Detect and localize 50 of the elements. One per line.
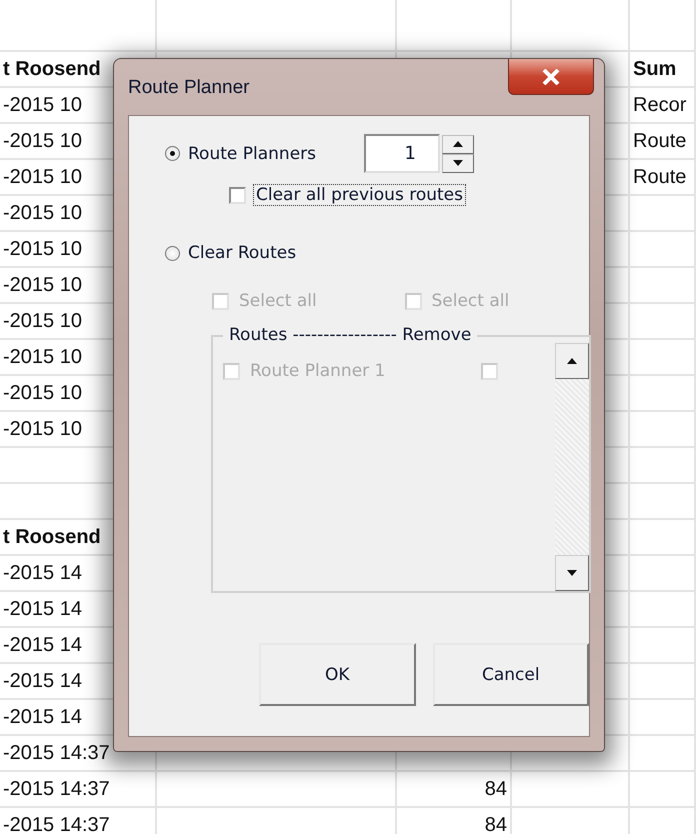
table-cell: -2015 10	[3, 274, 82, 296]
table-cell: Route	[633, 166, 686, 188]
table-cell: -2015 10	[3, 94, 82, 116]
table-cell: -2015 14	[3, 598, 82, 620]
column-header: Sum	[633, 58, 676, 80]
table-cell: -2015 10	[3, 166, 82, 188]
table-cell: -2015 10	[3, 238, 82, 260]
table-cell: Recor	[633, 94, 686, 116]
close-button[interactable]	[508, 59, 594, 95]
up-arrow-icon	[567, 358, 577, 364]
table-cell: -2015 14:37	[3, 814, 110, 834]
column-header: t Roosend	[3, 526, 101, 548]
checkbox-label: Route Planner 1	[250, 361, 386, 381]
radio-label: Route Planners	[188, 144, 316, 164]
table-cell: 84	[484, 814, 507, 834]
checkbox-label: Clear all previous routes	[254, 185, 465, 205]
down-arrow-icon	[453, 160, 463, 166]
table-cell: -2015 14	[3, 706, 82, 728]
table-cell: -2015 10	[3, 202, 82, 224]
ok-button[interactable]: OK	[259, 643, 416, 706]
count-field[interactable]: 1	[364, 134, 440, 173]
table-cell: -2015 10	[3, 130, 82, 152]
table-cell: Route	[633, 130, 686, 152]
down-arrow-icon	[567, 570, 577, 576]
up-arrow-icon	[453, 141, 463, 147]
checkbox-label: Select all	[432, 291, 510, 311]
window-title: Route Planner	[128, 77, 250, 99]
table-cell: -2015 14:37	[3, 742, 110, 764]
table-cell: -2015 14	[3, 634, 82, 656]
scroll-up-button[interactable]	[555, 343, 589, 379]
spin-up-button[interactable]	[442, 134, 474, 154]
spin-down-button[interactable]	[442, 154, 474, 172]
scrollbar[interactable]	[555, 343, 589, 591]
checkbox-label: Select all	[239, 291, 317, 311]
table-cell: -2015 10	[3, 382, 82, 404]
table-cell: -2015 14	[3, 670, 82, 692]
scroll-down-button[interactable]	[555, 555, 589, 591]
radio-label: Clear Routes	[188, 243, 296, 263]
table-cell: -2015 10	[3, 418, 82, 440]
table-cell: -2015 10	[3, 310, 82, 332]
close-icon	[542, 68, 560, 84]
radio-button[interactable]	[165, 146, 180, 161]
cancel-button[interactable]: Cancel	[432, 643, 589, 706]
column-header: t Roosend	[3, 58, 101, 80]
checkbox[interactable]	[229, 186, 246, 204]
table-cell: -2015 14:37	[3, 778, 110, 800]
table-cell: -2015 14	[3, 562, 82, 584]
radio-button[interactable]	[165, 246, 180, 260]
table-cell: -2015 10	[3, 346, 82, 368]
table-cell: 84	[484, 778, 507, 800]
